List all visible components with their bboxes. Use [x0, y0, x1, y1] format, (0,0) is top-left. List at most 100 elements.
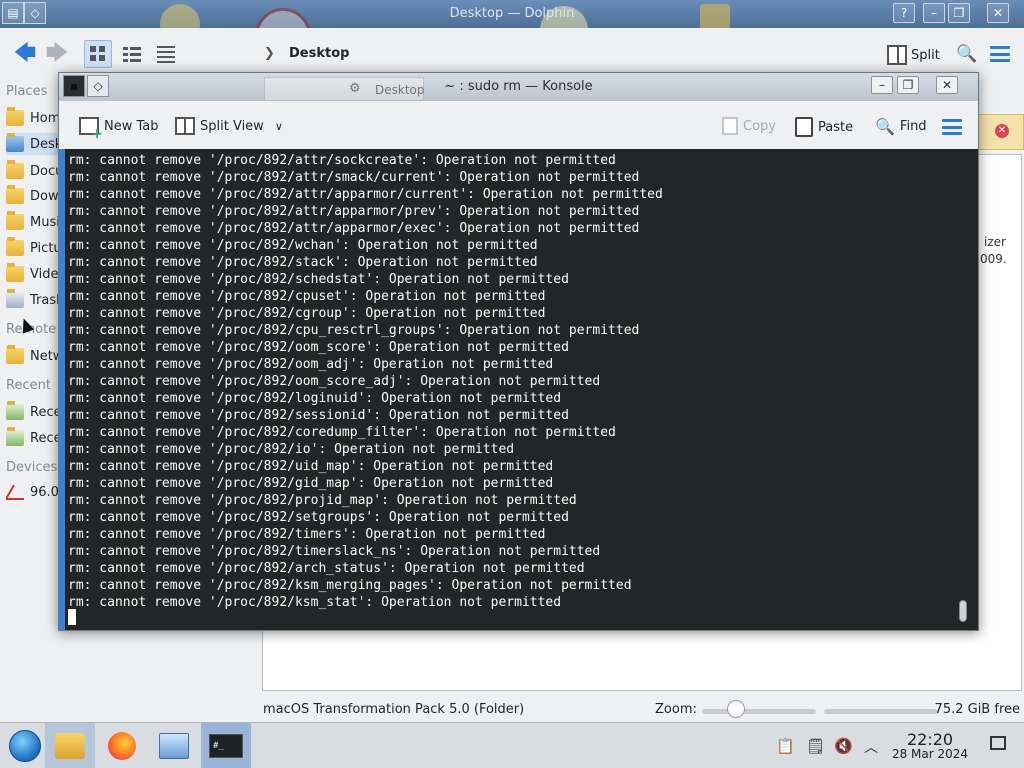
konsole-titlebar[interactable]: ▪ ◇ ⚙ Desktop ~ : sudo rm — Konsole – ❐ … — [59, 73, 978, 101]
details-view-button[interactable] — [152, 40, 180, 68]
zoom-slider-handle[interactable] — [727, 700, 746, 718]
forward-icon[interactable]: 🡆 — [42, 40, 72, 68]
terminal-icon: #_ — [209, 734, 243, 758]
terminal-line: rm: cannot remove '/proc/892/wchan': Ope… — [68, 238, 538, 253]
recent-heading: Recent — [6, 378, 51, 393]
system-settings-icon — [159, 733, 189, 759]
konsole-toolbar: New Tab Split View ∨ Copy Paste 🔍 Find — [59, 101, 978, 149]
places-item-network[interactable]: Network — [6, 345, 60, 367]
terminal-line: rm: cannot remove '/proc/892/gid_map': O… — [68, 476, 554, 491]
taskbar-file-manager[interactable] — [45, 723, 95, 768]
file-label-fragment: izer — [984, 235, 1006, 249]
konsole-window-title: ~ : sudo rm — Konsole — [444, 79, 593, 94]
taskbar-firefox[interactable] — [97, 723, 147, 768]
zoom-slider[interactable] — [702, 709, 816, 714]
clipboard-tray-icon[interactable]: 📋 — [776, 737, 795, 755]
back-icon[interactable]: 🡄 — [10, 40, 40, 68]
split-view-icon — [175, 117, 195, 135]
notes-tray-icon[interactable]: 🗒 — [806, 737, 825, 755]
terminal-line: rm: cannot remove '/proc/892/attr/apparm… — [68, 221, 640, 236]
close-button[interactable]: ✕ — [936, 76, 958, 94]
terminal-line: rm: cannot remove '/proc/892/io': Operat… — [68, 442, 515, 457]
places-item-desktop[interactable]: Desktop — [6, 133, 60, 155]
places-item-videos[interactable]: Videos — [6, 263, 60, 285]
hard-drive-icon — [6, 484, 24, 500]
places-panel: Places Home Desktop Documents Downloads … — [0, 80, 60, 700]
taskbar: #_ 📋 🗒 🔇 ︿ — [0, 722, 1024, 768]
terminal-focus-accent — [59, 149, 65, 630]
taskbar-konsole[interactable]: #_ — [201, 723, 251, 768]
grid-icon — [90, 46, 105, 61]
desktop-folder-icon — [6, 133, 24, 152]
close-button[interactable]: ✕ — [987, 3, 1009, 23]
recent-locations-icon — [6, 427, 24, 446]
search-icon: 🔍 — [875, 117, 895, 136]
devices-heading: Devices — [6, 460, 58, 475]
recent-files-icon — [6, 401, 24, 420]
terminal-output[interactable]: rm: cannot remove '/proc/892/attr/sockcr… — [59, 149, 978, 630]
copy-button[interactable]: Copy — [722, 117, 776, 135]
terminal-line: rm: cannot remove '/proc/892/attr/apparm… — [68, 187, 663, 202]
split-view-icon — [887, 45, 907, 65]
clock-date[interactable]: 28 Mar 2024 — [885, 747, 975, 761]
list-icon — [123, 47, 141, 62]
folder-icon — [55, 733, 85, 759]
downloads-folder-icon — [6, 185, 24, 204]
split-button[interactable]: Split — [887, 43, 940, 67]
videos-folder-icon — [6, 263, 24, 282]
places-item-documents[interactable]: Documents — [6, 160, 60, 182]
places-item-recent-files[interactable]: Recent Files — [6, 401, 60, 423]
find-button[interactable]: 🔍 Find — [875, 117, 927, 136]
taskbar-settings[interactable] — [149, 723, 199, 768]
places-item-music[interactable]: Music — [6, 211, 60, 233]
terminal-line: rm: cannot remove '/proc/892/arch_status… — [68, 561, 585, 576]
places-item-home[interactable]: Home — [6, 107, 60, 129]
terminal-scrollbar[interactable] — [959, 600, 967, 622]
hamburger-menu-icon[interactable] — [942, 119, 962, 135]
breadcrumb-desktop[interactable]: Desktop — [289, 46, 349, 61]
show-desktop-icon[interactable] — [990, 736, 1006, 750]
minimize-button[interactable]: – — [923, 3, 945, 23]
dolphin-status-bar: macOS Transformation Pack 5.0 (Folder) Z… — [262, 700, 1024, 720]
places-item-recent-locations[interactable]: Recent Locations — [6, 427, 60, 449]
maximize-button[interactable]: ❐ — [948, 3, 970, 23]
pictures-folder-icon — [6, 237, 24, 256]
terminal-line: rm: cannot remove '/proc/892/loginuid': … — [68, 391, 562, 406]
status-folder-info: macOS Transformation Pack 5.0 (Folder) — [263, 702, 525, 717]
volume-muted-icon[interactable]: 🔇 — [834, 737, 853, 755]
help-button[interactable]: ? — [893, 3, 915, 23]
icons-view-button[interactable] — [84, 40, 112, 68]
konsole-window: ▪ ◇ ⚙ Desktop ~ : sudo rm — Konsole – ❐ … — [58, 72, 979, 631]
minimize-button[interactable]: – — [871, 76, 893, 94]
split-view-button[interactable]: Split View ∨ — [175, 117, 283, 135]
terminal-line: rm: cannot remove '/proc/892/oom_score_a… — [68, 374, 601, 389]
copy-icon — [722, 117, 738, 135]
music-folder-icon — [6, 211, 24, 230]
search-icon[interactable]: 🔍 — [956, 44, 977, 64]
breadcrumb-chevron-icon[interactable]: ❯ — [264, 46, 275, 61]
maximize-button[interactable]: ❐ — [897, 76, 919, 94]
copy-label: Copy — [743, 118, 776, 134]
compact-view-button[interactable] — [118, 40, 146, 68]
find-label: Find — [899, 119, 927, 134]
split-button-label: Split — [911, 47, 940, 63]
firefox-icon — [108, 732, 136, 760]
terminal-line: rm: cannot remove '/proc/892/coredump_fi… — [68, 425, 616, 440]
terminal-line: rm: cannot remove '/proc/892/sessionid':… — [68, 408, 569, 423]
documents-folder-icon — [6, 160, 24, 179]
banner-close-icon[interactable]: ✕ — [995, 124, 1009, 138]
places-item-hard-drive[interactable]: 96.0 GiB Hard Drive — [6, 481, 60, 503]
terminal-line: rm: cannot remove '/proc/892/uid_map': O… — [68, 459, 554, 474]
places-item-downloads[interactable]: Downloads — [6, 185, 60, 207]
new-tab-button[interactable]: New Tab — [79, 117, 159, 142]
places-item-pictures[interactable]: Pictures — [6, 237, 60, 259]
hamburger-menu-icon[interactable] — [990, 46, 1010, 62]
terminal-cursor — [68, 609, 76, 625]
terminal-line: rm: cannot remove '/proc/892/oom_adj': O… — [68, 357, 554, 372]
home-folder-icon — [6, 107, 24, 126]
places-item-trash[interactable]: Trash — [6, 289, 60, 311]
start-button[interactable] — [0, 723, 50, 768]
chevron-up-icon[interactable]: ︿ — [864, 737, 878, 757]
paste-button[interactable]: Paste — [795, 117, 853, 137]
dolphin-titlebar[interactable]: ▤ ◇ Desktop — Dolphin ? – ❐ ✕ — [0, 0, 1024, 28]
